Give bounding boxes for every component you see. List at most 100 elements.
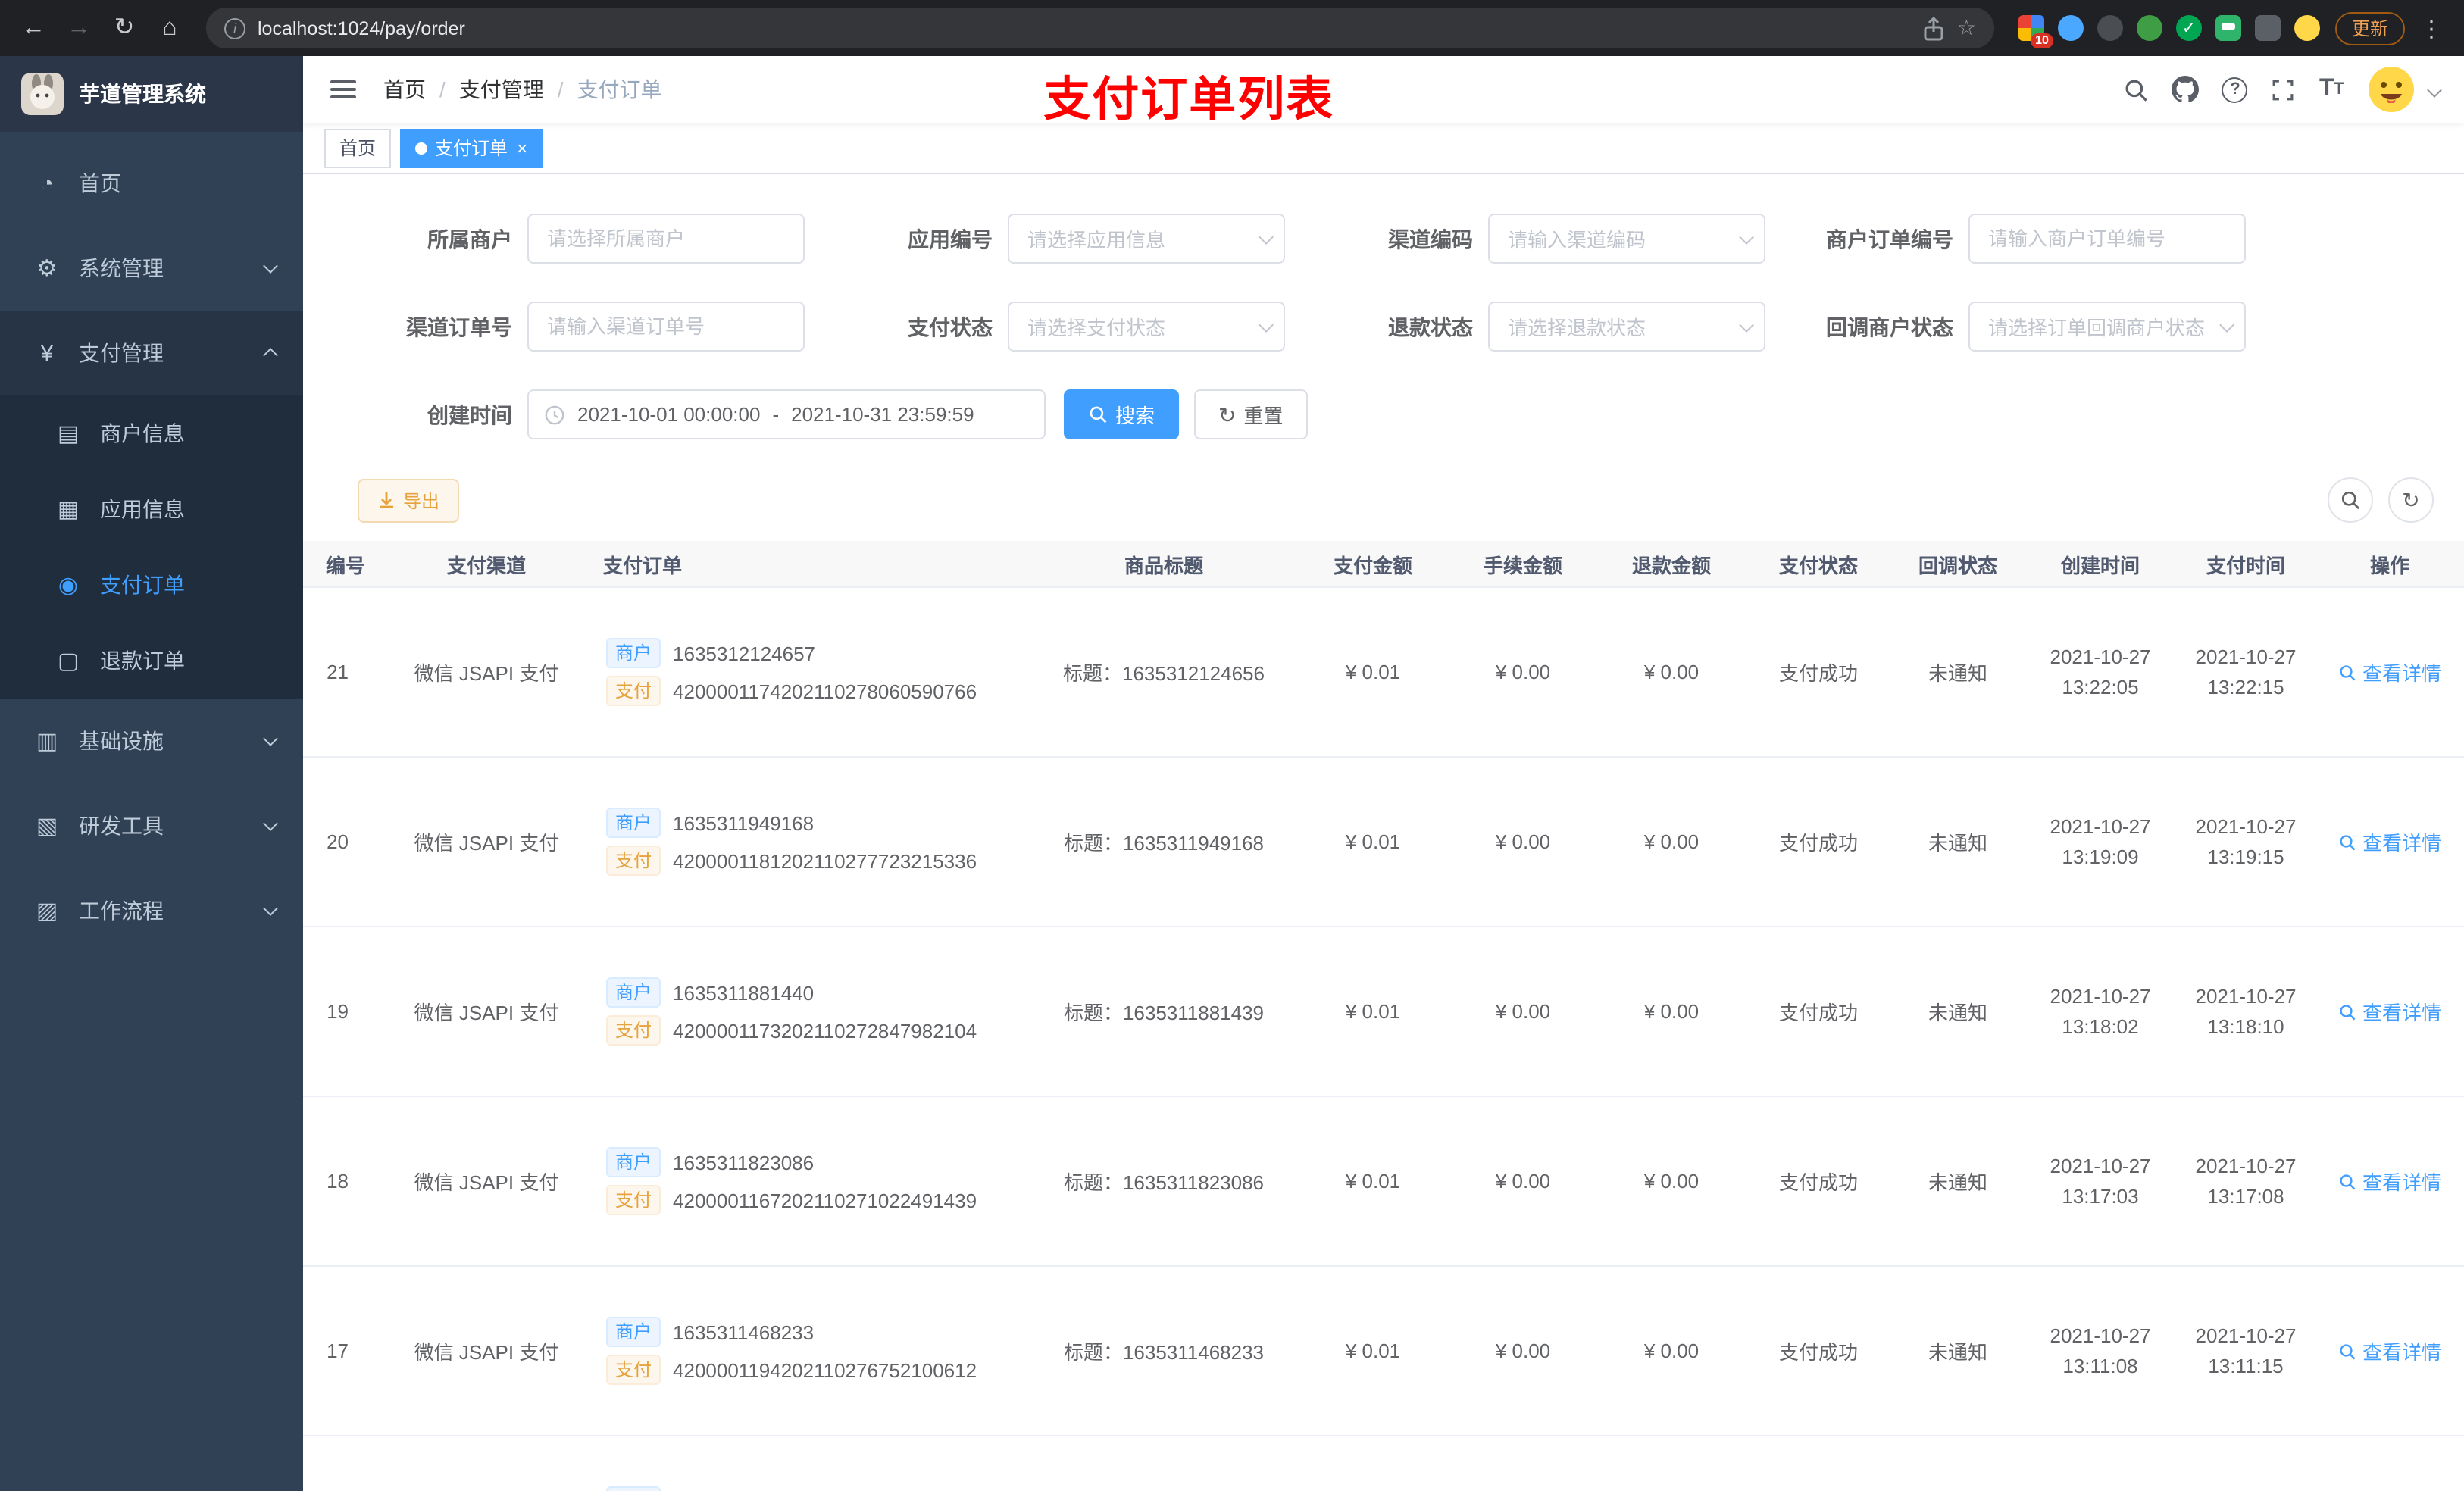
cell-action: 查看详情 [2315, 827, 2464, 856]
browser-reload-button[interactable]: ↻ [106, 10, 142, 46]
extension-chat-icon[interactable] [2215, 15, 2241, 41]
cell-paid: 2021-10-27 13:11:15 [2195, 1324, 2297, 1377]
cell-amount: ¥ 0.01 [1345, 1170, 1401, 1192]
view-detail-link[interactable]: 查看详情 [2338, 658, 2441, 686]
view-detail-link[interactable]: 查看详情 [2338, 1336, 2441, 1365]
browser-menu-icon[interactable]: ⋮ [2414, 14, 2449, 42]
extension-check-icon[interactable]: ✓ [2175, 15, 2202, 41]
extension-green-icon[interactable] [2136, 15, 2162, 41]
refresh-table-button[interactable]: ↻ [2388, 477, 2434, 523]
cell-status: 支付成功 [1778, 662, 1858, 685]
help-icon[interactable]: ? [2222, 77, 2248, 102]
font-size-icon[interactable]: TT [2319, 76, 2344, 103]
col-channel: 支付渠道 [446, 554, 526, 577]
navbar-actions: ? TT [2124, 65, 2442, 114]
breadcrumb-payment[interactable]: 支付管理 [459, 74, 544, 105]
extension-pixel-icon[interactable]: 10 [2018, 15, 2053, 48]
tab-pay-order[interactable]: 支付订单 × [400, 128, 543, 167]
merchant-input[interactable] [527, 214, 805, 264]
share-icon[interactable] [1924, 16, 1945, 40]
cell-refund: ¥ 0.00 [1643, 1000, 1699, 1023]
fullscreen-icon[interactable] [2271, 77, 2297, 102]
channel-order-no-input[interactable] [527, 302, 805, 352]
merchant-no: 1635311823086 [673, 1151, 815, 1174]
create-time-range-picker[interactable]: 2021-10-01 00:00:00 - 2021-10-31 23:59:5… [527, 389, 1046, 439]
sidebar-item-pay-order[interactable]: ◉ 支付订单 [0, 547, 303, 623]
bookmark-star-icon[interactable]: ☆ [1957, 15, 1976, 41]
sidebar-item-merchant-info[interactable]: ▤ 商户信息 [0, 395, 303, 471]
chevron-down-icon [263, 901, 278, 916]
reset-button[interactable]: ↻ 重置 [1194, 389, 1308, 439]
breadcrumb-home[interactable]: 首页 [383, 74, 426, 105]
cell-pay-order: 商户 1635312124657 支付 4200001174202110278060… [585, 630, 1030, 714]
search-icon[interactable] [2124, 77, 2150, 102]
breadcrumb-separator: / [439, 77, 446, 102]
cell-status: 支付成功 [1778, 1171, 1858, 1194]
filter-label: 回调商户状态 [1826, 314, 1953, 339]
cell-paid: 2021-10-27 13:17:08 [2195, 1154, 2297, 1207]
app-no-select[interactable]: 请选择应用信息 [1008, 214, 1285, 264]
document-icon: ▢ [57, 649, 80, 674]
sidebar-item-dev-tools[interactable]: ▧ 研发工具 [0, 783, 303, 868]
cell-amount: ¥ 0.01 [1345, 830, 1401, 853]
col-pay-order: 支付订单 [603, 554, 683, 577]
site-info-icon[interactable]: i [224, 17, 245, 39]
select-placeholder: 请选择订单回调商户状态 [1988, 317, 2206, 339]
cell-created: 2021-10-27 13:18:02 [2050, 984, 2151, 1037]
hamburger-icon[interactable] [327, 74, 359, 105]
view-detail-link[interactable]: 查看详情 [2338, 997, 2441, 1026]
notify-status-select[interactable]: 请选择订单回调商户状态 [1968, 302, 2246, 352]
merchant-badge: 商户 [606, 1486, 661, 1491]
profile-emoji-icon[interactable] [2294, 15, 2320, 41]
github-icon[interactable] [2172, 76, 2200, 103]
browser-forward-button[interactable]: → [61, 10, 97, 46]
user-dropdown-caret-icon[interactable] [2427, 82, 2442, 97]
monitor-icon: ▥ [36, 729, 58, 755]
sidebar-item-label: 研发工具 [79, 814, 164, 838]
pay-no: 4200001173202110272847982104 [673, 1019, 977, 1042]
tab-home[interactable]: 首页 [324, 128, 392, 167]
col-title: 商品标题 [1124, 554, 1203, 577]
refresh-icon: ↻ [1218, 402, 1237, 427]
search-button[interactable]: 搜索 [1064, 389, 1180, 439]
extension-drop-icon[interactable] [2057, 15, 2084, 41]
channel-code-select[interactable]: 请输入渠道编码 [1488, 214, 1765, 264]
search-icon [2340, 1343, 2356, 1359]
view-detail-link[interactable]: 查看详情 [2338, 827, 2441, 856]
url-bar[interactable]: i localhost:1024/pay/order ☆ [206, 8, 1994, 48]
active-dot-icon [415, 142, 428, 154]
extension-pin-icon[interactable] [2254, 15, 2281, 41]
extension-dark-icon[interactable] [2097, 15, 2123, 41]
cell-fee: ¥ 0.00 [1495, 1339, 1551, 1362]
sidebar-item-infrastructure[interactable]: ▥ 基础设施 [0, 699, 303, 783]
cell-action: 查看详情 [2315, 997, 2464, 1026]
browser-home-button[interactable]: ⌂ [152, 10, 188, 46]
sidebar-item-workflow[interactable]: ▨ 工作流程 [0, 868, 303, 953]
toggle-search-button[interactable] [2328, 477, 2373, 523]
export-button[interactable]: 导出 [358, 478, 460, 522]
sidebar-item-payment[interactable]: ¥ 支付管理 [0, 311, 303, 395]
pay-badge: 支付 [606, 1355, 661, 1385]
refund-status-select[interactable]: 请选择退款状态 [1488, 302, 1765, 352]
cell-notify: 未通知 [1928, 1341, 1987, 1364]
sidebar-item-refund-order[interactable]: ▢ 退款订单 [0, 623, 303, 699]
col-refund: 退款金额 [1631, 554, 1711, 577]
sidebar-item-system[interactable]: ⚙ 系统管理 [0, 226, 303, 311]
chevron-down-icon [263, 816, 278, 831]
merchant-order-no-input[interactable] [1968, 214, 2246, 264]
table-header: 编号 支付渠道 支付订单 商品标题 支付金额 手续金额 退款金额 支付状态 回调… [303, 541, 2464, 588]
bank-card-icon: ▤ [57, 421, 80, 447]
close-icon[interactable]: × [517, 137, 527, 158]
browser-update-button[interactable]: 更新 [2334, 11, 2405, 45]
workflow-icon: ▨ [36, 899, 58, 924]
pay-status-select[interactable]: 请选择支付状态 [1008, 302, 1285, 352]
sidebar-item-app-info[interactable]: ▦ 应用信息 [0, 471, 303, 547]
page-annotation-title: 支付订单列表 [1043, 73, 1335, 126]
browser-back-button[interactable]: ← [15, 10, 52, 46]
app-logo[interactable]: 芋道管理系统 [0, 56, 303, 132]
sidebar-item-home[interactable]: ◔ 首页 [0, 141, 303, 226]
cell-paid: 2021-10-27 13:18:10 [2195, 984, 2297, 1037]
table-row: 19 微信 JSAPI 支付 商户 1635311881440 支付 4200001… [303, 927, 2464, 1097]
view-detail-link[interactable]: 查看详情 [2338, 1167, 2441, 1196]
avatar[interactable] [2367, 65, 2416, 114]
